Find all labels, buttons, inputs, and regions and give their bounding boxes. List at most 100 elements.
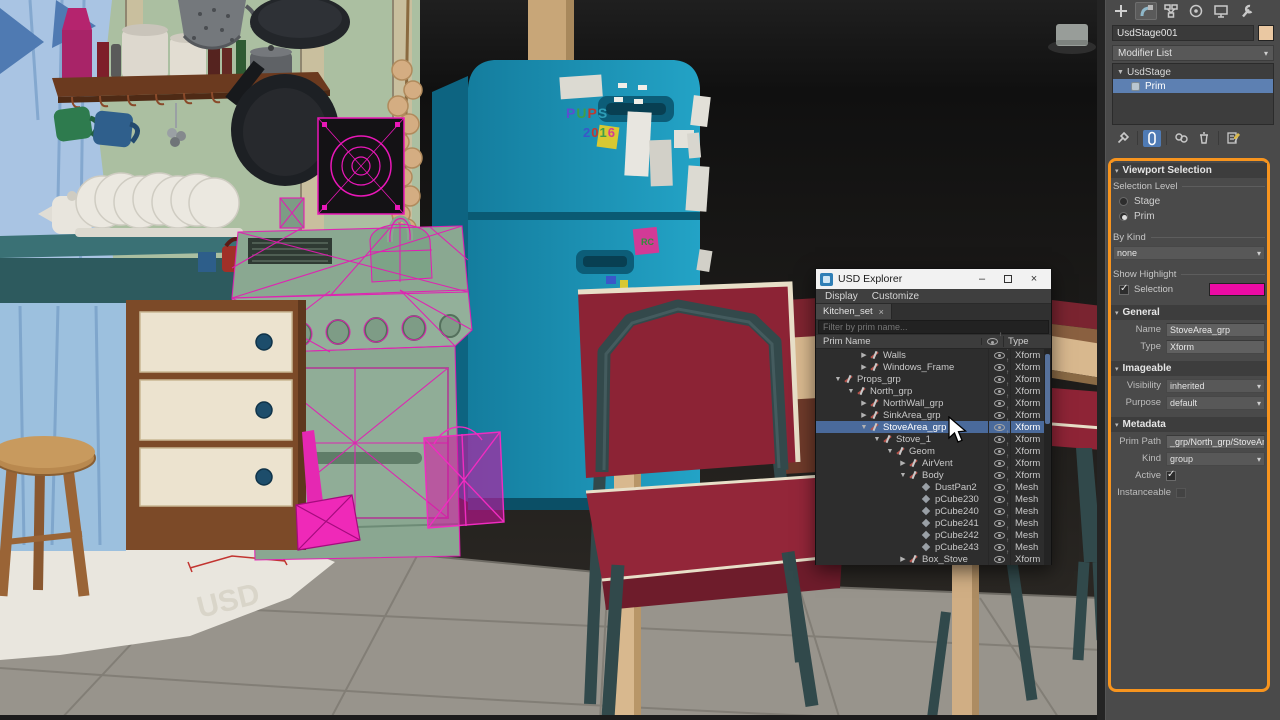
- radio-stage[interactable]: Stage: [1111, 194, 1267, 208]
- column-type[interactable]: Type: [1003, 336, 1044, 347]
- purpose-dropdown[interactable]: default: [1166, 395, 1265, 410]
- tab-close-icon[interactable]: ×: [879, 307, 884, 317]
- prim-path-field[interactable]: _grp/North_grp/StoveArea_grp: [1166, 434, 1265, 449]
- prim-row-pcube240[interactable]: pCube240Mesh: [816, 502, 1051, 517]
- visibility-dropdown[interactable]: inherited: [1166, 378, 1265, 393]
- filter-row: [816, 319, 1051, 335]
- close-button[interactable]: ×: [1021, 270, 1047, 288]
- object-name-field[interactable]: UsdStage001: [1112, 25, 1254, 41]
- radio-prim[interactable]: Prim: [1111, 209, 1267, 223]
- show-end-result-button[interactable]: [1143, 129, 1161, 147]
- xform-icon: [869, 422, 880, 432]
- expand-arrow-icon[interactable]: ▶: [859, 411, 869, 419]
- configure-modifier-sets-icon[interactable]: [1224, 130, 1242, 147]
- expand-arrow-icon[interactable]: ▼: [846, 388, 856, 395]
- tab-kitchen-set[interactable]: Kitchen_set ×: [816, 304, 892, 319]
- prim-row-box-stove[interactable]: ▶Box_StoveXform: [816, 550, 1051, 565]
- by-kind-dropdown[interactable]: none: [1113, 245, 1265, 260]
- tab-hierarchy-icon[interactable]: [1160, 2, 1182, 20]
- expand-arrow-icon[interactable]: ▼: [885, 448, 895, 455]
- make-unique-icon[interactable]: [1172, 130, 1190, 147]
- prim-name-field[interactable]: StoveArea_grp: [1166, 322, 1265, 337]
- prim-row-windows-frame[interactable]: ▶Windows_FrameXform: [816, 358, 1051, 373]
- prim-row-northwall-grp[interactable]: ▶NorthWall_grpXform: [816, 394, 1051, 409]
- mesh-icon: [921, 482, 932, 492]
- kind-dropdown[interactable]: group: [1166, 451, 1265, 466]
- mouse-cursor: [948, 416, 968, 443]
- visibility-eye-icon[interactable]: [988, 550, 1010, 565]
- panel-divider[interactable]: [1097, 0, 1106, 720]
- prim-row-geom[interactable]: ▼GeomXform: [816, 442, 1051, 457]
- prim-tree[interactable]: ▶WallsXform ▶Windows_FrameXform ▼Props_g…: [816, 349, 1051, 565]
- viewport-3d[interactable]: PUPS 2016 RC USD USD Explorer – × Displa…: [0, 0, 1102, 720]
- expand-arrow-icon[interactable]: ▼: [859, 424, 869, 431]
- prim-row-sinkarea-grp[interactable]: ▶SinkArea_grpXform: [816, 406, 1051, 421]
- radio-icon[interactable]: [1119, 196, 1128, 206]
- prim-row-body[interactable]: ▼BodyXform: [816, 466, 1051, 481]
- prim-row-stovearea-grp-selected[interactable]: ▼StoveArea_grpXform: [816, 418, 1051, 433]
- menu-display[interactable]: Display: [825, 291, 858, 302]
- highlight-color-swatch[interactable]: [1209, 283, 1265, 296]
- expand-arrow-icon[interactable]: ▼: [872, 436, 882, 443]
- pink-bag-selected[interactable]: [423, 426, 505, 529]
- wall-vent-selected[interactable]: [317, 117, 405, 215]
- column-visibility[interactable]: [981, 332, 1003, 345]
- expand-arrow-icon[interactable]: ▶: [859, 399, 869, 407]
- table-right[interactable]: [1052, 300, 1102, 386]
- usd-explorer-window[interactable]: USD Explorer – × Display Customize Kitch…: [815, 268, 1052, 565]
- radio-icon-selected[interactable]: [1119, 211, 1128, 221]
- prim-row-pcube241[interactable]: pCube241Mesh: [816, 514, 1051, 529]
- rollout-imageable[interactable]: Imageable: [1111, 361, 1267, 376]
- selection-checkbox-label: Selection: [1134, 284, 1174, 295]
- maximize-button[interactable]: [995, 270, 1021, 288]
- minimize-button[interactable]: –: [969, 270, 995, 288]
- modifier-stack[interactable]: ▼ UsdStage Prim: [1112, 63, 1274, 125]
- prim-row-pcube242[interactable]: pCube242Mesh: [816, 526, 1051, 541]
- name-label: Name: [1135, 324, 1161, 335]
- prim-row-props-grp[interactable]: ▼Props_grpXform: [816, 370, 1051, 385]
- expand-arrow-icon[interactable]: ▶: [859, 363, 869, 371]
- prim-row-walls[interactable]: ▶WallsXform: [816, 349, 1051, 361]
- scrollbar-thumb[interactable]: [1045, 354, 1050, 424]
- stack-item-prim-selected[interactable]: Prim: [1113, 79, 1273, 93]
- rollouts: Viewport Selection Selection Level Stage…: [1111, 161, 1267, 502]
- prim-row-north-grp[interactable]: ▼North_grpXform: [816, 382, 1051, 397]
- expand-arrow-icon[interactable]: ▼: [833, 376, 843, 383]
- stack-item-usdstage[interactable]: ▼ UsdStage: [1113, 65, 1273, 79]
- rollout-metadata[interactable]: Metadata: [1111, 417, 1267, 432]
- pin-stack-icon[interactable]: [1114, 130, 1132, 147]
- expand-arrow-icon[interactable]: ▶: [898, 459, 908, 467]
- expand-arrow-icon[interactable]: ▼: [898, 472, 908, 479]
- tab-display-icon[interactable]: [1210, 2, 1232, 20]
- object-color-swatch[interactable]: [1258, 25, 1274, 41]
- prim-row-stove-1[interactable]: ▼Stove_1Xform: [816, 430, 1051, 445]
- instanceable-checkbox[interactable]: [1176, 487, 1186, 498]
- xform-icon: [856, 386, 867, 396]
- tab-utilities-icon[interactable]: [1235, 2, 1257, 20]
- expand-arrow-icon[interactable]: ▶: [898, 555, 908, 563]
- modifier-list-dropdown[interactable]: Modifier List: [1112, 45, 1274, 61]
- menu-customize[interactable]: Customize: [872, 291, 919, 302]
- window-titlebar[interactable]: USD Explorer – ×: [816, 269, 1051, 289]
- tree-scrollbar[interactable]: [1044, 349, 1051, 565]
- prim-row-dustpan2[interactable]: DustPan2Mesh: [816, 478, 1051, 493]
- menu-bar: Display Customize: [816, 289, 1051, 304]
- prim-row-pcube230[interactable]: pCube230Mesh: [816, 490, 1051, 505]
- tab-modify-icon[interactable]: [1135, 2, 1157, 20]
- dropdown-arrow-icon: [1251, 454, 1261, 464]
- prim-row-airvent[interactable]: ▶AirVentXform: [816, 454, 1051, 469]
- tab-motion-icon[interactable]: [1185, 2, 1207, 20]
- tab-create-icon[interactable]: [1110, 2, 1132, 20]
- drawer-cabinet[interactable]: [0, 300, 306, 551]
- remove-modifier-trash-icon[interactable]: [1195, 130, 1213, 147]
- filter-input[interactable]: [818, 320, 1049, 334]
- selection-checkbox[interactable]: [1119, 283, 1129, 295]
- rollout-general[interactable]: General: [1111, 305, 1267, 320]
- prim-row-pcube243[interactable]: pCube243Mesh: [816, 538, 1051, 553]
- expand-arrow-icon[interactable]: ▶: [859, 351, 869, 359]
- active-checkbox[interactable]: [1166, 469, 1176, 481]
- rollout-viewport-selection[interactable]: Viewport Selection: [1111, 163, 1267, 178]
- show-highlight-label: Show Highlight: [1113, 269, 1265, 280]
- stack-expand-icon[interactable]: ▼: [1117, 69, 1127, 76]
- column-prim-name[interactable]: Prim Name: [816, 336, 981, 347]
